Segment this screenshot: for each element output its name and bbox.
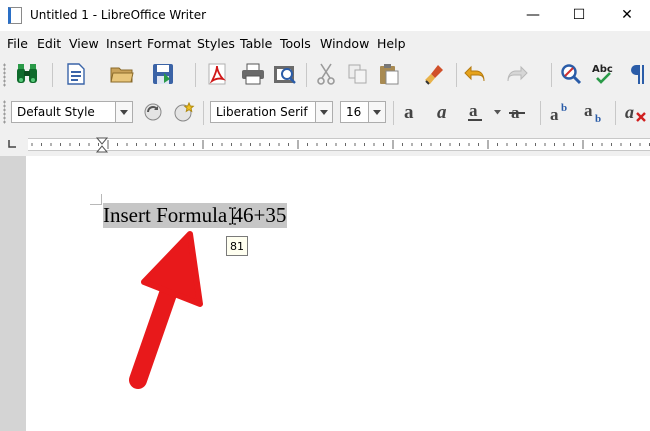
text-boundary-corner — [101, 194, 102, 204]
find-replace-icon[interactable] — [558, 61, 584, 87]
svg-text:a: a — [625, 102, 634, 122]
document-workspace — [0, 156, 650, 431]
horizontal-ruler[interactable] — [0, 130, 650, 156]
new-style-icon[interactable] — [171, 100, 197, 124]
ruler-ticks — [31, 140, 650, 149]
menu-tools[interactable]: Tools — [280, 36, 311, 51]
bold-icon[interactable]: a — [400, 100, 422, 124]
paragraph-style-combo[interactable]: Default Style — [11, 101, 133, 123]
font-size-value: 16 — [346, 105, 362, 119]
font-name-combo[interactable]: Liberation Serif — [210, 101, 333, 123]
menu-edit[interactable]: Edit — [37, 36, 61, 51]
formatting-marks-icon[interactable] — [628, 61, 650, 87]
paste-icon[interactable] — [376, 61, 402, 87]
svg-text:a: a — [437, 102, 447, 123]
toolbar-separator — [551, 63, 552, 87]
undo-icon[interactable] — [462, 61, 488, 87]
copy-icon[interactable] — [346, 61, 370, 87]
formula-result-tooltip: 81 — [226, 236, 248, 256]
chevron-down-icon[interactable] — [494, 110, 501, 115]
svg-text:a: a — [584, 101, 593, 120]
tab-stop-selector-icon[interactable] — [7, 139, 17, 149]
toolbar-grip[interactable] — [3, 63, 6, 87]
font-size-combo[interactable]: 16 — [340, 101, 386, 123]
clear-formatting-icon[interactable]: a — [622, 100, 650, 124]
standard-toolbar: Abc — [0, 55, 650, 130]
indent-marker-icon[interactable] — [96, 137, 108, 153]
subscript-icon[interactable]: ab — [582, 100, 608, 124]
export-pdf-icon[interactable] — [204, 61, 230, 87]
paragraph-style-value: Default Style — [17, 105, 95, 119]
menu-view[interactable]: View — [69, 36, 99, 51]
binoculars-icon[interactable] — [14, 61, 40, 87]
chevron-down-icon[interactable] — [315, 102, 332, 122]
menu-styles[interactable]: Styles — [197, 36, 235, 51]
toolbar-separator — [203, 101, 204, 125]
italic-icon[interactable]: a — [433, 100, 455, 124]
update-style-icon[interactable] — [141, 100, 165, 124]
toolbar-separator — [393, 101, 394, 125]
redo-icon[interactable] — [504, 61, 530, 87]
menu-bar: File Edit View Insert Format Styles Tabl… — [0, 31, 650, 55]
menu-table[interactable]: Table — [240, 36, 272, 51]
spelling-icon[interactable]: Abc — [590, 61, 620, 87]
selected-formula-text[interactable]: Insert Formula 46+35 — [103, 203, 288, 228]
toolbar-separator — [540, 101, 541, 125]
menu-help[interactable]: Help — [377, 36, 406, 51]
save-icon[interactable] — [150, 61, 176, 87]
svg-text:a: a — [404, 102, 414, 123]
print-icon[interactable] — [240, 61, 266, 87]
toolbar-separator — [306, 63, 307, 87]
toolbar-separator — [195, 63, 196, 87]
menu-format[interactable]: Format — [147, 36, 191, 51]
menu-insert[interactable]: Insert — [106, 36, 142, 51]
toolbar-separator — [615, 101, 616, 125]
toolbar-grip[interactable] — [3, 100, 6, 124]
menu-window[interactable]: Window — [320, 36, 369, 51]
minimize-button[interactable]: — — [510, 0, 556, 31]
superscript-icon[interactable]: ab — [548, 100, 574, 124]
menu-file[interactable]: File — [7, 36, 28, 51]
font-name-value: Liberation Serif — [216, 105, 308, 119]
new-document-icon[interactable] — [64, 61, 88, 87]
red-arrow-annotation — [129, 231, 203, 389]
title-bar: Untitled 1 - LibreOffice Writer — ☐ ✕ — [0, 0, 650, 31]
chevron-down-icon[interactable] — [368, 102, 385, 122]
svg-text:b: b — [595, 113, 601, 123]
writer-app-icon — [8, 7, 22, 24]
maximize-button[interactable]: ☐ — [556, 0, 602, 31]
clone-formatting-icon[interactable] — [422, 61, 448, 87]
underline-icon[interactable]: a — [464, 100, 486, 124]
svg-text:a: a — [469, 101, 478, 120]
svg-text:b: b — [561, 102, 567, 114]
text-cursor-icon — [229, 207, 236, 225]
text-boundary-corner — [90, 204, 102, 205]
print-preview-icon[interactable] — [272, 61, 298, 87]
svg-text:a: a — [550, 105, 559, 123]
strikethrough-icon[interactable]: a — [506, 100, 528, 124]
close-button[interactable]: ✕ — [604, 0, 650, 31]
window-title: Untitled 1 - LibreOffice Writer — [30, 8, 207, 22]
chevron-down-icon[interactable] — [115, 102, 132, 122]
toolbar-separator — [456, 63, 457, 87]
cut-icon[interactable] — [314, 61, 338, 87]
toolbar-separator — [52, 63, 53, 87]
open-folder-icon[interactable] — [108, 61, 136, 87]
